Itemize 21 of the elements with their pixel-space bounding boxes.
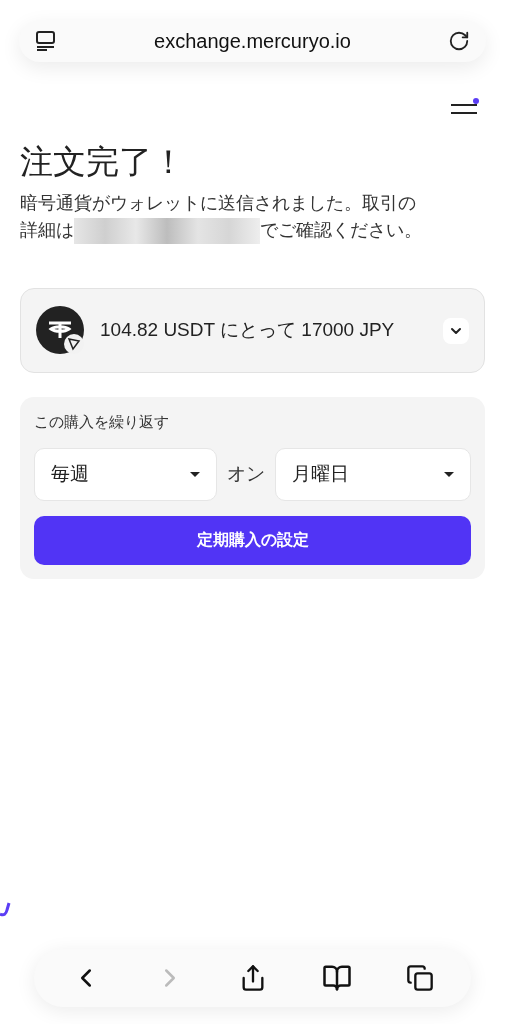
message-text: 詳細は bbox=[20, 219, 74, 242]
repeat-label: この購入を繰り返す bbox=[34, 412, 170, 432]
day-select[interactable]: 月曜日 bbox=[275, 447, 471, 501]
expand-button[interactable] bbox=[443, 317, 469, 344]
address-bar[interactable]: exchange.mercuryo.io bbox=[19, 20, 486, 62]
reload-icon[interactable] bbox=[448, 30, 470, 52]
logo-icon bbox=[0, 900, 12, 918]
order-card[interactable]: 104.82 USDT にとって 17000 JPY bbox=[20, 288, 485, 373]
menu-icon[interactable] bbox=[451, 100, 477, 114]
recurring-purchase-button[interactable]: 定期購入の設定 bbox=[34, 515, 471, 565]
bookmarks-icon[interactable] bbox=[321, 963, 352, 993]
message-text: でご確認ください。 bbox=[260, 219, 422, 242]
reader-icon[interactable] bbox=[35, 30, 57, 52]
order-summary: 104.82 USDT にとって 17000 JPY bbox=[100, 318, 396, 343]
joiner-text: オン bbox=[227, 461, 265, 486]
message-text: 暗号通貨がウォレットに送信されました。取引の bbox=[20, 192, 417, 215]
coin-icon bbox=[36, 305, 86, 356]
frequency-select[interactable]: 毎週 bbox=[34, 447, 217, 501]
page-title: 注文完了！ bbox=[19, 142, 186, 182]
tabs-icon[interactable] bbox=[405, 964, 434, 992]
url-text[interactable]: exchange.mercuryo.io bbox=[57, 26, 448, 56]
